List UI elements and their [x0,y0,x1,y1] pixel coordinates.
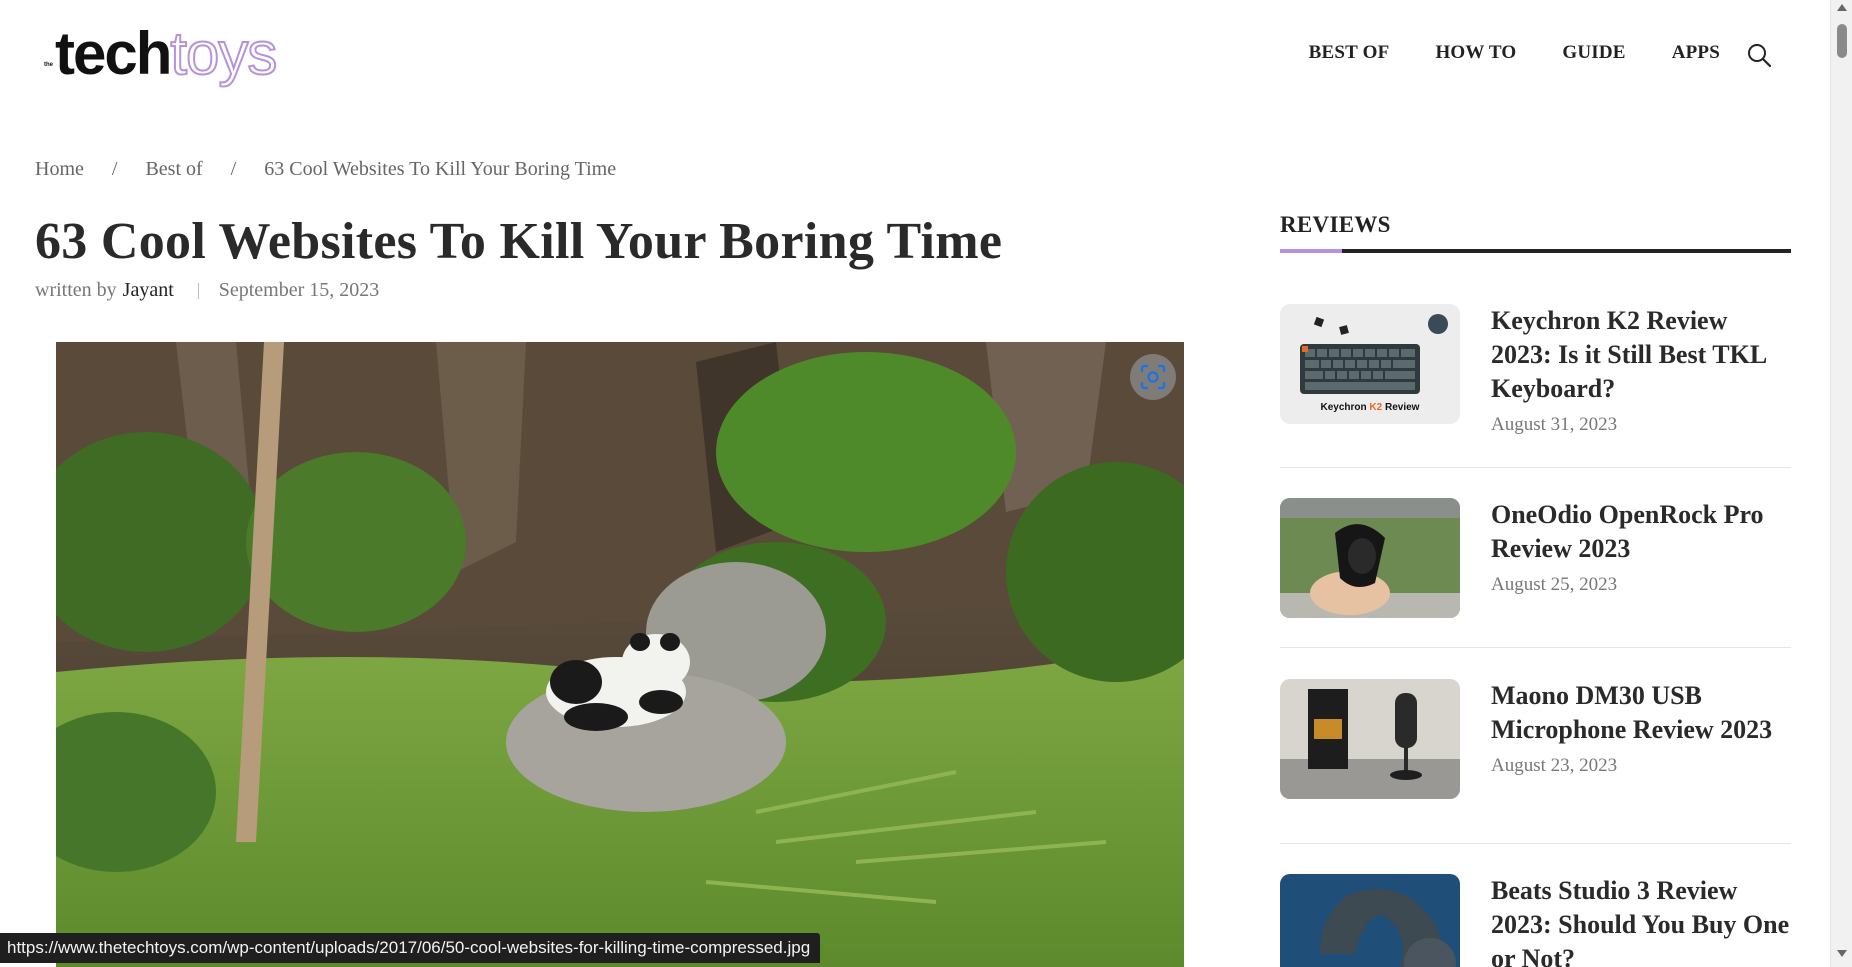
breadcrumb-separator: / [230,158,237,180]
site-header: the tech toys BEST OF HOW TO GUIDE APPS [0,0,1830,110]
page-scrollbar[interactable] [1830,0,1852,967]
scroll-down-icon[interactable] [1837,950,1847,957]
breadcrumb-current: 63 Cool Websites To Kill Your Boring Tim… [264,158,617,180]
scroll-thumb[interactable] [1837,24,1847,58]
link-status-bar: https://www.thetechtoys.com/wp-content/u… [0,933,821,963]
nav-how-to[interactable]: HOW TO [1435,42,1516,64]
logo-tech: tech [55,20,172,87]
written-by-label: written by [35,279,117,301]
article-meta: written by Jayant September 15, 2023 [35,279,379,302]
review-title[interactable]: Keychron K2 Review 2023: Is it Still Bes… [1491,304,1791,406]
search-icon[interactable] [1746,42,1772,68]
review-item[interactable]: OneOdio OpenRock Pro Review 2023 August … [1280,498,1791,618]
thumb-caption-keychron: Keychron [1321,402,1370,413]
nav-guide[interactable]: GUIDE [1562,42,1625,64]
main-nav: BEST OF HOW TO GUIDE APPS [1309,42,1720,64]
author-link[interactable]: Jayant [123,279,174,302]
svg-text:Keychron K2 Review: Keychron K2 Review [1321,402,1420,413]
logo-toys: toys [169,20,278,87]
review-thumbnail[interactable] [1280,498,1460,618]
article-title: 63 Cool Websites To Kill Your Boring Tim… [35,213,1003,270]
review-item[interactable]: Keychron K2 Review Keychron K2 Review 20… [1280,304,1791,436]
review-item[interactable]: Maono DM30 USB Microphone Review 2023 Au… [1280,679,1791,799]
nav-apps[interactable]: APPS [1672,42,1720,64]
meta-divider [197,282,199,299]
thumb-caption-review: Review [1382,402,1419,413]
review-date: August 23, 2023 [1491,755,1618,776]
review-separator [1280,843,1791,844]
article-date: September 15, 2023 [218,279,380,301]
site-logo[interactable]: the tech toys [44,14,278,87]
review-date: August 25, 2023 [1491,574,1618,595]
sidebar-reviews: REVIEWS Keychron K2 Review Keychron K2 R… [1280,212,1791,967]
review-separator [1280,467,1791,468]
review-thumbnail[interactable] [1280,874,1460,967]
review-title[interactable]: OneOdio OpenRock Pro Review 2023 [1491,498,1791,566]
visual-search-icon[interactable] [1130,354,1176,400]
sidebar-heading: REVIEWS [1280,212,1391,237]
review-item[interactable]: Beats Studio 3 Review 2023: Should You B… [1280,874,1791,967]
logo-prefix: the [44,62,53,68]
scroll-up-icon[interactable] [1837,4,1847,11]
breadcrumb-separator: / [111,158,118,180]
review-date: August 31, 2023 [1491,414,1618,435]
featured-image[interactable] [56,342,1184,967]
review-title[interactable]: Beats Studio 3 Review 2023: Should You B… [1491,874,1791,967]
thumb-caption-model: K2 [1369,402,1382,413]
sidebar-divider [1280,249,1791,253]
review-title[interactable]: Maono DM30 USB Microphone Review 2023 [1491,679,1791,747]
breadcrumb: Home / Best of / 63 Cool Websites To Kil… [35,158,616,181]
review-separator [1280,647,1791,648]
breadcrumb-home[interactable]: Home [35,158,84,181]
breadcrumb-category[interactable]: Best of [145,158,202,181]
nav-best-of[interactable]: BEST OF [1309,42,1390,64]
review-thumbnail[interactable]: Keychron K2 Review [1280,304,1460,424]
review-thumbnail[interactable] [1280,679,1460,799]
